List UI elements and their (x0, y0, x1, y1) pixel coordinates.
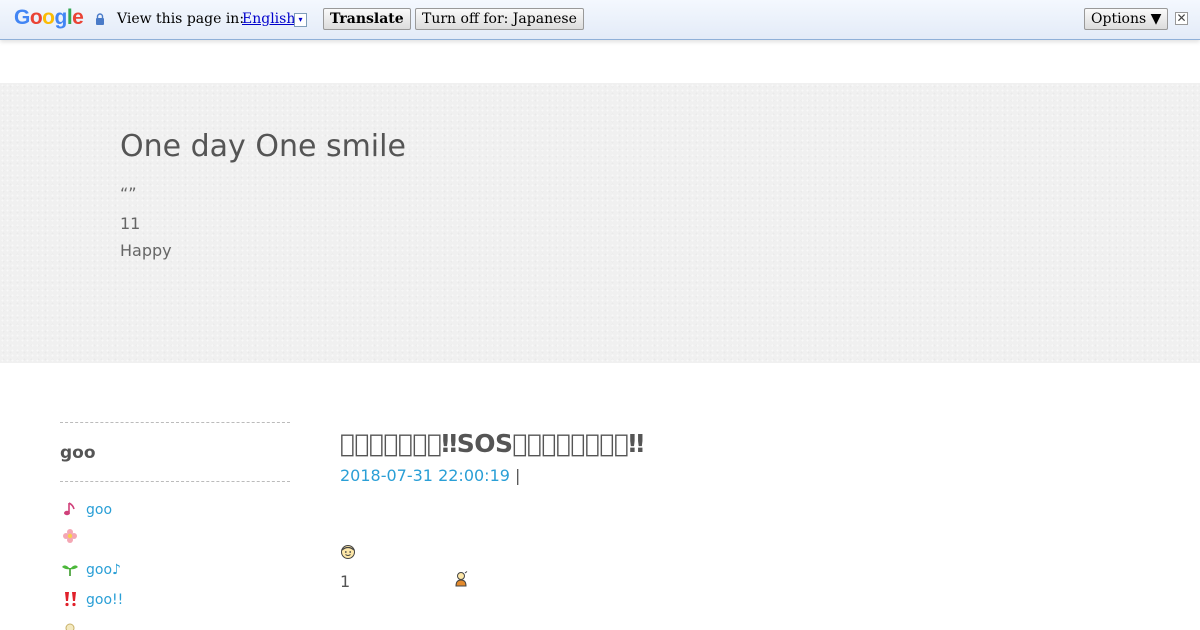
sidebar-item-label: goo (86, 502, 113, 518)
flower-icon (63, 529, 77, 543)
options-button[interactable]: Options ▼ (1084, 8, 1169, 30)
site-description-quotes: “” (120, 184, 137, 203)
translate-button[interactable]: Translate (323, 8, 411, 30)
smiling-face-icon (341, 545, 355, 559)
double-exclamation-icon (65, 592, 76, 607)
site-header (0, 83, 1200, 363)
sidebar-item-label: goo!! (86, 592, 124, 608)
translate-bar: Google View this page in: English ▾ Tran… (0, 0, 1200, 40)
close-icon[interactable]: ✕ (1175, 12, 1188, 25)
music-note-icon (64, 502, 75, 516)
site-description-number: 11 (120, 214, 141, 233)
post-date[interactable]: 2018-07-31 22:00:19 (340, 466, 510, 485)
google-logo: Google (14, 6, 84, 29)
post-meta: 2018-07-31 22:00:19 | (340, 466, 520, 486)
sidebar-title: goo (60, 443, 96, 463)
site-description-happy: Happy (120, 241, 172, 260)
translate-prompt: View this page in: (117, 11, 245, 27)
lock-icon (96, 13, 104, 25)
site-title[interactable]: One day One smile (120, 128, 406, 166)
post-text-number: 1 (340, 572, 351, 591)
sidebar-divider-top (60, 422, 290, 423)
post-title[interactable]: 􀀀􀀀􀀀􀀀􀀀􀀀􀀀‼SOS􀀀􀀀􀀀􀀀􀀀􀀀􀀀􀀀‼ (340, 428, 644, 460)
sidebar-divider-bottom (60, 481, 290, 482)
bulb-icon (65, 623, 75, 630)
person-bowing-icon (455, 571, 468, 587)
sprout-icon (62, 565, 78, 576)
post-meta-separator: | (515, 466, 521, 485)
turn-off-button[interactable]: Turn off for: Japanese (415, 8, 584, 30)
sidebar-item-label: goo♪ (86, 562, 121, 578)
language-link[interactable]: English (242, 11, 295, 28)
language-dropdown-icon[interactable]: ▾ (294, 13, 307, 27)
